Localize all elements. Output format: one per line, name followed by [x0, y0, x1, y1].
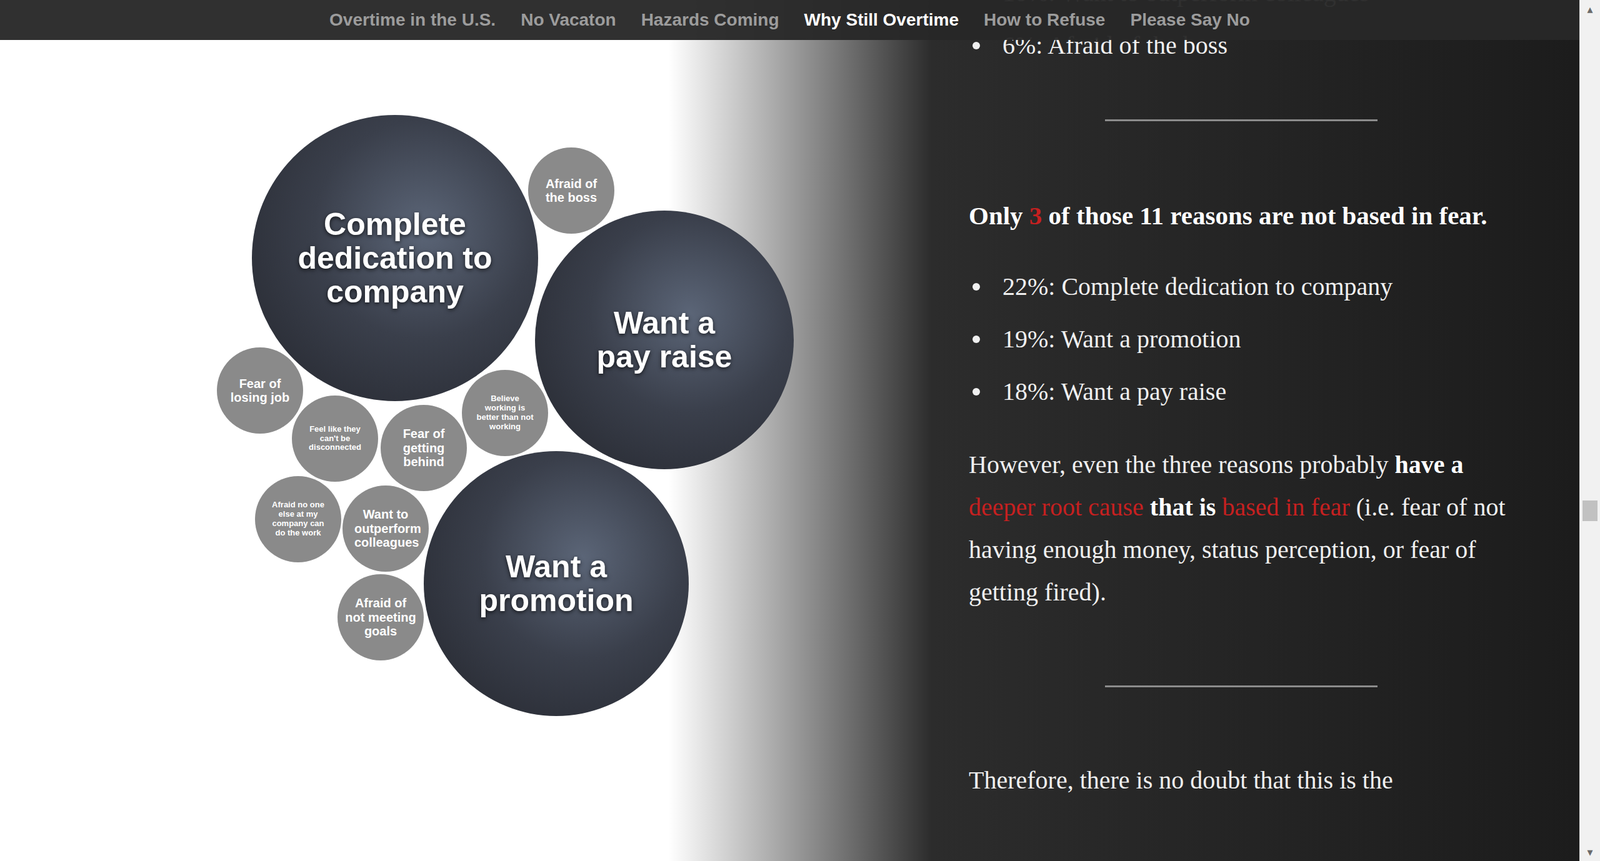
list-item: 22%: Complete dedication to company: [968, 260, 1516, 314]
bullet-icon: [972, 41, 980, 50]
bubble-label: Want to outperform colleagues: [354, 507, 417, 550]
scroll-down-icon[interactable]: ▾: [1580, 845, 1600, 859]
bubble: Want a pay raise: [535, 210, 794, 470]
bubble-label: Fear of losing job: [228, 376, 292, 405]
paragraph: However, even the three reasons probably…: [968, 443, 1516, 614]
bubble: Believe working is better than not worki…: [461, 370, 549, 457]
bubble: Fear of getting behind: [380, 405, 467, 492]
nav-link[interactable]: Please Say No: [1130, 10, 1250, 30]
divider: [1105, 685, 1378, 688]
bubble: Afraid of the boss: [528, 147, 615, 234]
article: 10%: Want to outperform colleagues6%: Af…: [968, 0, 1516, 861]
bubble-label: Believe working is better than not worki…: [475, 394, 535, 432]
bubble-label: Fear of getting behind: [392, 426, 455, 469]
nav-link[interactable]: How to Refuse: [983, 10, 1105, 30]
bubble: Complete dedication to company: [251, 115, 539, 402]
bubble: Afraid no one else at my company can do …: [255, 476, 342, 563]
page: Overtime in the U.S. No Vacaton Hazards Co…: [0, 0, 1600, 861]
bubble-label: Want a pay raise: [583, 306, 746, 374]
list-item: 19%: Want a promotion: [968, 313, 1516, 366]
nav-link[interactable]: No Vacaton: [520, 10, 616, 30]
paragraph: Therefore, there is no doubt that this i…: [968, 759, 1516, 802]
content: Complete dedication to company Want a pay…: [0, 0, 1580, 861]
divider: [1105, 119, 1378, 122]
bubble-label: Afraid no one else at my company can do …: [266, 500, 330, 539]
bubble-label: Want a promotion: [462, 550, 650, 618]
bubble: Afraid of not meeting goals: [337, 574, 424, 661]
heading: Only 3 of those 11 reasons are not based…: [968, 194, 1516, 237]
bubble: Feel like they can't be disconnected: [291, 395, 379, 482]
scroll-thumb[interactable]: [1582, 500, 1598, 522]
top-nav: Overtime in the U.S. No Vacaton Hazards Co…: [0, 0, 1580, 40]
reason-list: 22%: Complete dedication to company19%: …: [968, 260, 1516, 419]
bubble: Want to outperform colleagues: [342, 485, 429, 572]
bubble-label: Afraid of the boss: [540, 176, 603, 205]
bullet-icon: [972, 335, 980, 344]
bubble: Want a promotion: [423, 451, 689, 717]
bubble-label: Feel like they can't be disconnected: [300, 425, 370, 454]
bubble-label: Afraid of not meeting goals: [344, 596, 417, 639]
nav-link[interactable]: Overtime in the U.S.: [329, 10, 496, 30]
viewport: Overtime in the U.S. No Vacaton Hazards Co…: [0, 0, 1580, 861]
list-item: 18%: Want a pay raise: [968, 365, 1516, 419]
nav-link[interactable]: Hazards Coming: [641, 10, 780, 30]
bubble-chart: Complete dedication to company Want a pay…: [0, 0, 969, 861]
bubble: Fear of losing job: [216, 347, 304, 434]
bullet-icon: [972, 388, 980, 396]
bullet-icon: [972, 283, 980, 291]
scroll-up-icon[interactable]: ▴: [1580, 2, 1600, 16]
scrollbar[interactable]: ▴ ▾: [1579, 0, 1600, 861]
nav-link[interactable]: Why Still Overtime: [804, 10, 959, 30]
bubble-label: Complete dedication to company: [291, 207, 499, 309]
